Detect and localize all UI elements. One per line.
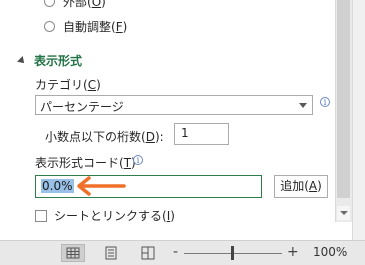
- decimal-places-label: 小数点以下の桁数(D):: [45, 130, 164, 144]
- radio-outside-label: 外部(O): [63, 0, 106, 9]
- page-layout-icon: [105, 246, 117, 260]
- format-code-info-icon[interactable]: i: [133, 155, 143, 165]
- zoom-in-button[interactable]: +: [287, 244, 299, 260]
- grid-icon: [66, 247, 80, 259]
- scroll-thumb[interactable]: [337, 0, 350, 198]
- decimal-places-input[interactable]: 1: [174, 123, 229, 145]
- page-break-icon: [141, 246, 155, 260]
- radio-auto-adjust[interactable]: 自動調整(F): [44, 18, 127, 35]
- status-bar: - + 100%: [0, 240, 365, 265]
- normal-view-button[interactable]: [61, 244, 85, 262]
- window-edge: [352, 0, 365, 240]
- zoom-out-button[interactable]: -: [173, 244, 178, 260]
- chevron-down-icon[interactable]: [299, 103, 307, 108]
- format-code-selected-text: 0.0%: [41, 179, 74, 193]
- scroll-down-icon[interactable]: [337, 206, 350, 220]
- format-pane: 外部(O) 自動調整(F) 表示形式 カテゴリ(C) パーセンテージ i 小数点…: [0, 0, 335, 238]
- radio-outside[interactable]: 外部(O): [44, 0, 106, 10]
- radio-auto-adjust-circle[interactable]: [44, 21, 55, 32]
- zoom-level[interactable]: 100%: [313, 245, 347, 259]
- link-to-source[interactable]: シートとリンクする(I): [35, 207, 175, 224]
- radio-auto-adjust-label: 自動調整(F): [63, 20, 128, 34]
- link-to-source-label: シートとリンクする(I): [54, 209, 175, 223]
- arrow-left-icon: [77, 176, 126, 196]
- zoom-slider-thumb[interactable]: [231, 246, 234, 260]
- page-layout-view-button[interactable]: [99, 244, 123, 262]
- info-icon[interactable]: i: [320, 97, 330, 107]
- section-title: 表示形式: [34, 54, 83, 68]
- vertical-scrollbar[interactable]: [335, 0, 352, 222]
- section-number-format[interactable]: 表示形式: [17, 52, 83, 69]
- category-dropdown[interactable]: パーセンテージ: [35, 95, 313, 115]
- format-code-label: 表示形式コード(T): [35, 156, 136, 170]
- collapse-triangle-icon[interactable]: [17, 55, 27, 66]
- category-value: パーセンテージ: [40, 100, 124, 114]
- add-button[interactable]: 追加(A): [274, 175, 328, 198]
- link-to-source-checkbox[interactable]: [35, 209, 47, 222]
- radio-outside-circle[interactable]: [44, 0, 55, 7]
- category-label: カテゴリ(C): [35, 78, 101, 92]
- page-break-view-button[interactable]: [136, 244, 160, 262]
- format-code-input[interactable]: 0.0%: [35, 175, 262, 198]
